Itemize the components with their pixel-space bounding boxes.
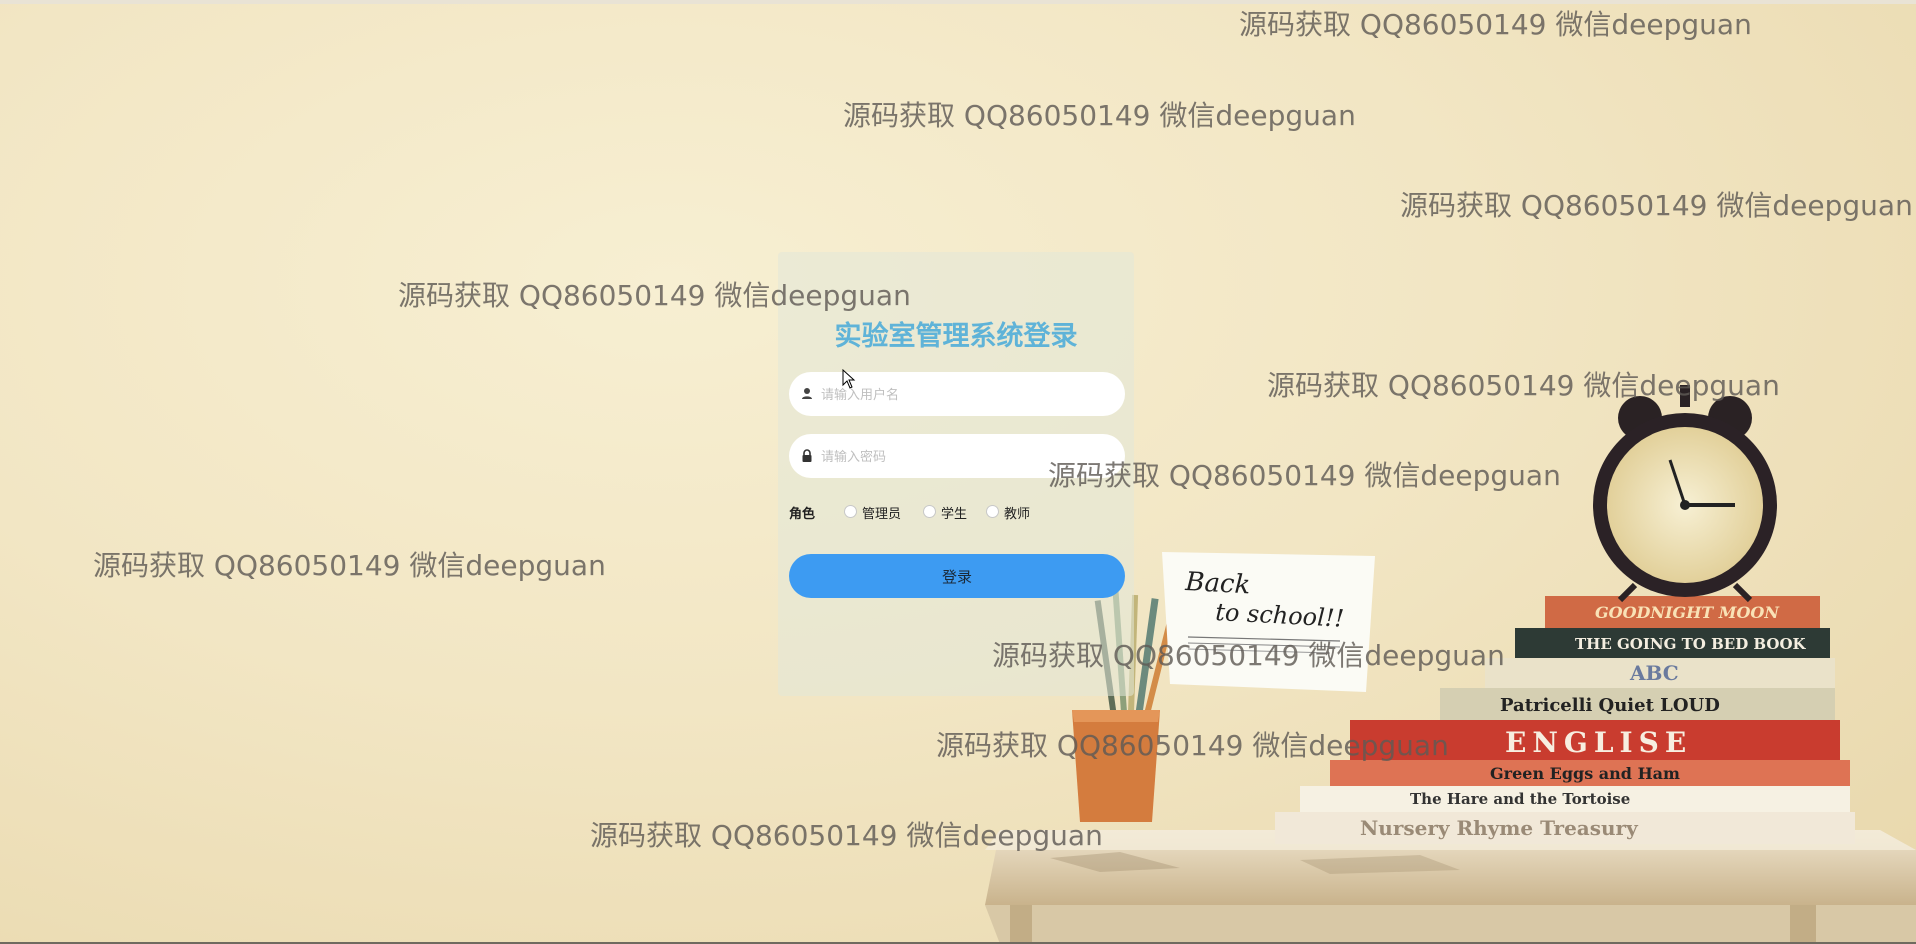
watermark-text: 源码获取 QQ86050149 微信deepguan — [93, 549, 606, 582]
svg-text:ABC: ABC — [1629, 661, 1679, 685]
lock-icon — [802, 449, 812, 462]
svg-text:Nursery Rhyme Treasury: Nursery Rhyme Treasury — [1360, 816, 1639, 840]
watermark-text: 源码获取 QQ86050149 微信deepguan — [992, 639, 1505, 672]
watermark-text: 源码获取 QQ86050149 微信deepguan — [843, 99, 1356, 132]
svg-text:GOODNIGHT MOON: GOODNIGHT MOON — [1595, 603, 1780, 622]
svg-text:The Hare and the Tortoise: The Hare and the Tortoise — [1410, 790, 1630, 808]
username-field[interactable] — [789, 372, 1125, 418]
username-input[interactable] — [819, 372, 1113, 418]
user-icon — [802, 388, 812, 399]
radio-admin[interactable] — [844, 505, 857, 518]
watermark-text: 源码获取 QQ86050149 微信deepguan — [1400, 189, 1913, 222]
watermark-text: 源码获取 QQ86050149 微信deepguan — [1239, 8, 1752, 41]
svg-text:Patricelli Quiet LOUD: Patricelli Quiet LOUD — [1500, 695, 1720, 716]
role-label: 角色 — [789, 507, 816, 522]
mouse-cursor-icon — [842, 369, 856, 389]
desk-illustration — [985, 830, 1916, 944]
svg-text:ENGLISE: ENGLISE — [1505, 726, 1692, 759]
svg-text:Back: Back — [1184, 567, 1251, 600]
radio-teacher[interactable] — [986, 505, 999, 518]
watermark-text: 源码获取 QQ86050149 微信deepguan — [936, 729, 1449, 762]
watermark-text: 源码获取 QQ86050149 微信deepguan — [590, 819, 1103, 852]
svg-text:Green Eggs and Ham: Green Eggs and Ham — [1490, 764, 1680, 783]
watermark-text: 源码获取 QQ86050149 微信deepguan — [1267, 369, 1780, 402]
radio-student[interactable] — [923, 505, 936, 518]
role-option-label: 管理员 — [862, 507, 902, 522]
alarm-clock-illustration — [1593, 385, 1777, 603]
svg-text:THE GOING TO BED BOOK: THE GOING TO BED BOOK — [1575, 635, 1807, 653]
role-option-label: 学生 — [941, 507, 968, 522]
watermark-text: 源码获取 QQ86050149 微信deepguan — [398, 279, 911, 312]
login-page: Back to school!! Nursery Rhyme Treasury … — [0, 0, 1916, 944]
role-option-label: 教师 — [1004, 507, 1031, 522]
login-button[interactable]: 登录 — [789, 554, 1125, 598]
login-title: 实验室管理系统登录 — [834, 321, 1078, 352]
watermark-text: 源码获取 QQ86050149 微信deepguan — [1048, 459, 1561, 492]
